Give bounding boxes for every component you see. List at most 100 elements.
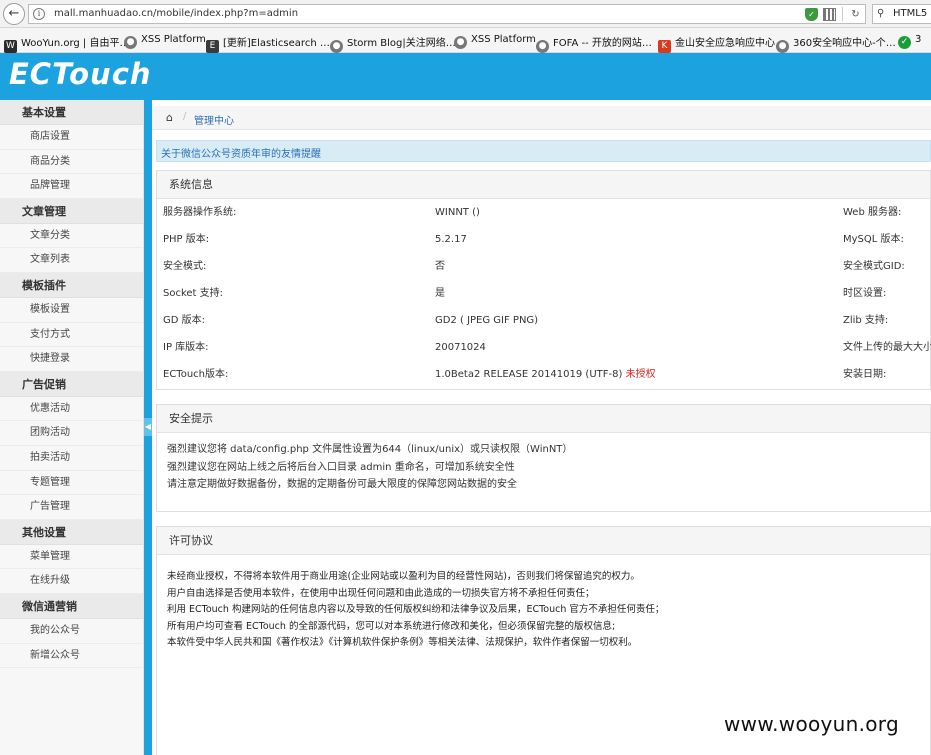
row-label-secondary: Web 服务器:	[843, 207, 902, 218]
ectouch-logo[interactable]: ECTouch	[9, 57, 152, 91]
bookmark-item[interactable]: ● XSS Platform	[454, 34, 536, 49]
row-value: 否	[435, 261, 445, 272]
row-label: PHP 版本:	[163, 234, 210, 245]
system-info-panel: 系统信息 服务器操作系统: WINNT () Web 服务器: PHP 版本: …	[156, 170, 931, 390]
bookmark-label: XSS Platform	[471, 34, 536, 45]
breadcrumb: ⌂ / 管理中心	[152, 106, 931, 130]
row-label: Socket 支持:	[163, 288, 224, 299]
nav-item-discount-activities[interactable]: 优惠活动	[0, 397, 143, 422]
table-row: 服务器操作系统: WINNT () Web 服务器:	[157, 199, 930, 226]
globe-icon: ●	[454, 36, 467, 49]
nav-item-quick-login[interactable]: 快捷登录	[0, 347, 143, 372]
nav-item-online-upgrade[interactable]: 在线升级	[0, 569, 143, 594]
back-arrow-icon[interactable]: ←	[3, 3, 25, 25]
row-label-secondary: Zlib 支持:	[843, 315, 889, 326]
nav-item-ad-management[interactable]: 广告管理	[0, 495, 143, 520]
tip-line: 请注意定期做好数据备份，数据的定期备份可最大限度的保障您网站数据的安全	[167, 479, 517, 490]
row-label: ECTouch版本:	[163, 369, 229, 380]
nav-group-wechat-marketing[interactable]: 微信通营销	[0, 593, 143, 619]
nav-item-product-category[interactable]: 商品分类	[0, 150, 143, 175]
tip-line: 强烈建议您在网站上线之后将后台入口目录 admin 重命名，可增加系统安全性	[167, 461, 515, 473]
bookmark-item[interactable]: ● Storm Blog|关注网络…	[330, 34, 456, 53]
bookmark-item[interactable]: E [更新]Elasticsearch …	[206, 34, 330, 53]
bookmark-item[interactable]: ● FOFA -- 开放的网站…	[536, 34, 652, 53]
nav-item-auctions[interactable]: 拍卖活动	[0, 446, 143, 471]
bookmark-label: [更新]Elasticsearch …	[223, 38, 330, 49]
url-text[interactable]: mall.manhuadao.cn/mobile/index.php?m=adm…	[54, 8, 298, 19]
breadcrumb-separator: /	[183, 111, 187, 122]
row-label-secondary: MySQL 版本:	[843, 234, 904, 245]
shield-icon[interactable]: ✓	[805, 8, 818, 21]
version-text: 1.0Beta2 RELEASE 20141019 (UTF-8)	[435, 369, 623, 380]
nav-item-store-settings[interactable]: 商店设置	[0, 125, 143, 150]
nav-group-articles[interactable]: 文章管理	[0, 198, 143, 224]
row-value: 是	[435, 288, 445, 299]
license-line: 未经商业授权，不得将本软件用于商业用途(企业网站或以盈利为目的经营性网站)，否则…	[167, 571, 640, 582]
notice-link[interactable]: 关于微信公众号资质年审的友情提醒	[161, 145, 321, 160]
nav-item-article-list[interactable]: 文章列表	[0, 248, 143, 273]
bookmark-label: XSS Platform	[141, 34, 206, 45]
row-label-secondary: 安全模式GID:	[843, 261, 905, 272]
bookmark-label: 360安全响应中心-个…	[793, 38, 896, 49]
bookmark-item[interactable]: K 金山安全应急响应中心	[658, 34, 775, 53]
bookmark-label: 3	[915, 34, 922, 45]
wooyun-watermark: www.wooyun.org	[724, 712, 899, 736]
bookmark-item[interactable]: ● 360安全响应中心-个…	[776, 34, 896, 53]
nav-item-add-official-account[interactable]: 新增公众号	[0, 644, 143, 669]
info-icon[interactable]: i	[33, 8, 45, 20]
row-label: GD 版本:	[163, 315, 205, 326]
tip-line: 强烈建议您将 data/config.php 文件属性设置为644（linux/…	[167, 444, 573, 455]
bookmark-label: Storm Blog|关注网络…	[347, 38, 456, 49]
nav-item-template-settings[interactable]: 模板设置	[0, 298, 143, 323]
search-text[interactable]: HTML5 …	[893, 8, 931, 19]
nav-group-basic-settings[interactable]: 基本设置	[0, 100, 143, 125]
row-label-secondary: 文件上传的最大大小:	[843, 342, 931, 353]
reload-icon[interactable]: ↻	[849, 8, 862, 21]
nav-item-article-category[interactable]: 文章分类	[0, 224, 143, 249]
row-label: IP 库版本:	[163, 342, 209, 353]
qr-code-icon[interactable]	[823, 8, 836, 21]
top-header: ECTouch	[0, 53, 931, 100]
row-value: 20071024	[435, 342, 486, 353]
license-line: 所有用户均可查看 ECTouch 的全部源代码，您可以对本系统进行修改和美化，但…	[167, 620, 616, 632]
breadcrumb-admin-center[interactable]: 管理中心	[194, 112, 234, 127]
row-value: 5.2.17	[435, 234, 467, 245]
bookmark-item[interactable]: W WooYun.org | 自由平…	[4, 34, 130, 53]
license-line: 用户自由选择是否使用本软件，在使用中出现任何问题和由此造成的一切损失官方将不承担…	[167, 587, 595, 599]
nav-item-topic-management[interactable]: 专题管理	[0, 471, 143, 496]
search-icon: ⚲	[877, 8, 885, 19]
home-icon[interactable]: ⌂	[166, 111, 173, 124]
row-label: 服务器操作系统:	[163, 207, 237, 218]
unauthorized-badge: 未授权	[625, 369, 656, 380]
nav-item-group-buying[interactable]: 团购活动	[0, 421, 143, 446]
panel-title: 安全提示	[157, 405, 930, 433]
browser-address-bar: ← i mall.manhuadao.cn/mobile/index.php?m…	[0, 0, 931, 28]
bookmark-label: FOFA -- 开放的网站…	[553, 38, 652, 49]
nav-item-my-official-accounts[interactable]: 我的公众号	[0, 619, 143, 644]
nav-item-menu-management[interactable]: 菜单管理	[0, 545, 143, 570]
nav-group-promotions[interactable]: 广告促销	[0, 371, 143, 397]
license-line: 本软件受中华人民共和国《著作权法》《计算机软件保护条例》等相关法律、法规保护，软…	[167, 637, 638, 648]
bookmark-item[interactable]: ● XSS Platform	[124, 34, 206, 49]
360-shield-icon: ✓	[898, 36, 911, 49]
collapse-sidebar-icon[interactable]: ◀	[144, 418, 152, 436]
row-label-secondary: 时区设置:	[843, 288, 887, 299]
bookmark-label: 金山安全应急响应中心	[675, 38, 775, 49]
nav-group-other-settings[interactable]: 其他设置	[0, 519, 143, 545]
table-row: ECTouch版本: 1.0Beta2 RELEASE 20141019 (UT…	[157, 361, 930, 388]
notice-bar: 关于微信公众号资质年审的友情提醒	[156, 140, 931, 162]
search-field[interactable]: ⚲ HTML5 …	[872, 4, 931, 24]
url-field[interactable]: i mall.manhuadao.cn/mobile/index.php?m=a…	[28, 4, 866, 24]
nav-item-brand-management[interactable]: 品牌管理	[0, 174, 143, 199]
bookmark-label: WooYun.org | 自由平…	[21, 38, 130, 49]
table-row: GD 版本: GD2 ( JPEG GIF PNG) Zlib 支持:	[157, 307, 930, 334]
row-value: GD2 ( JPEG GIF PNG)	[435, 315, 539, 326]
table-row: Socket 支持: 是 时区设置:	[157, 280, 930, 307]
globe-icon: ●	[776, 40, 789, 53]
nav-item-payment-methods[interactable]: 支付方式	[0, 323, 143, 348]
bookmark-item[interactable]: ✓ 3	[898, 34, 922, 49]
kingsoft-icon: K	[658, 40, 671, 53]
sidebar-nav: 基本设置 商店设置 商品分类 品牌管理 文章管理 文章分类 文章列表 模板插件 …	[0, 100, 144, 755]
nav-group-templates-plugins[interactable]: 模板插件	[0, 272, 143, 298]
bookmarks-bar: W WooYun.org | 自由平… ● XSS Platform E [更新]El…	[0, 28, 931, 53]
